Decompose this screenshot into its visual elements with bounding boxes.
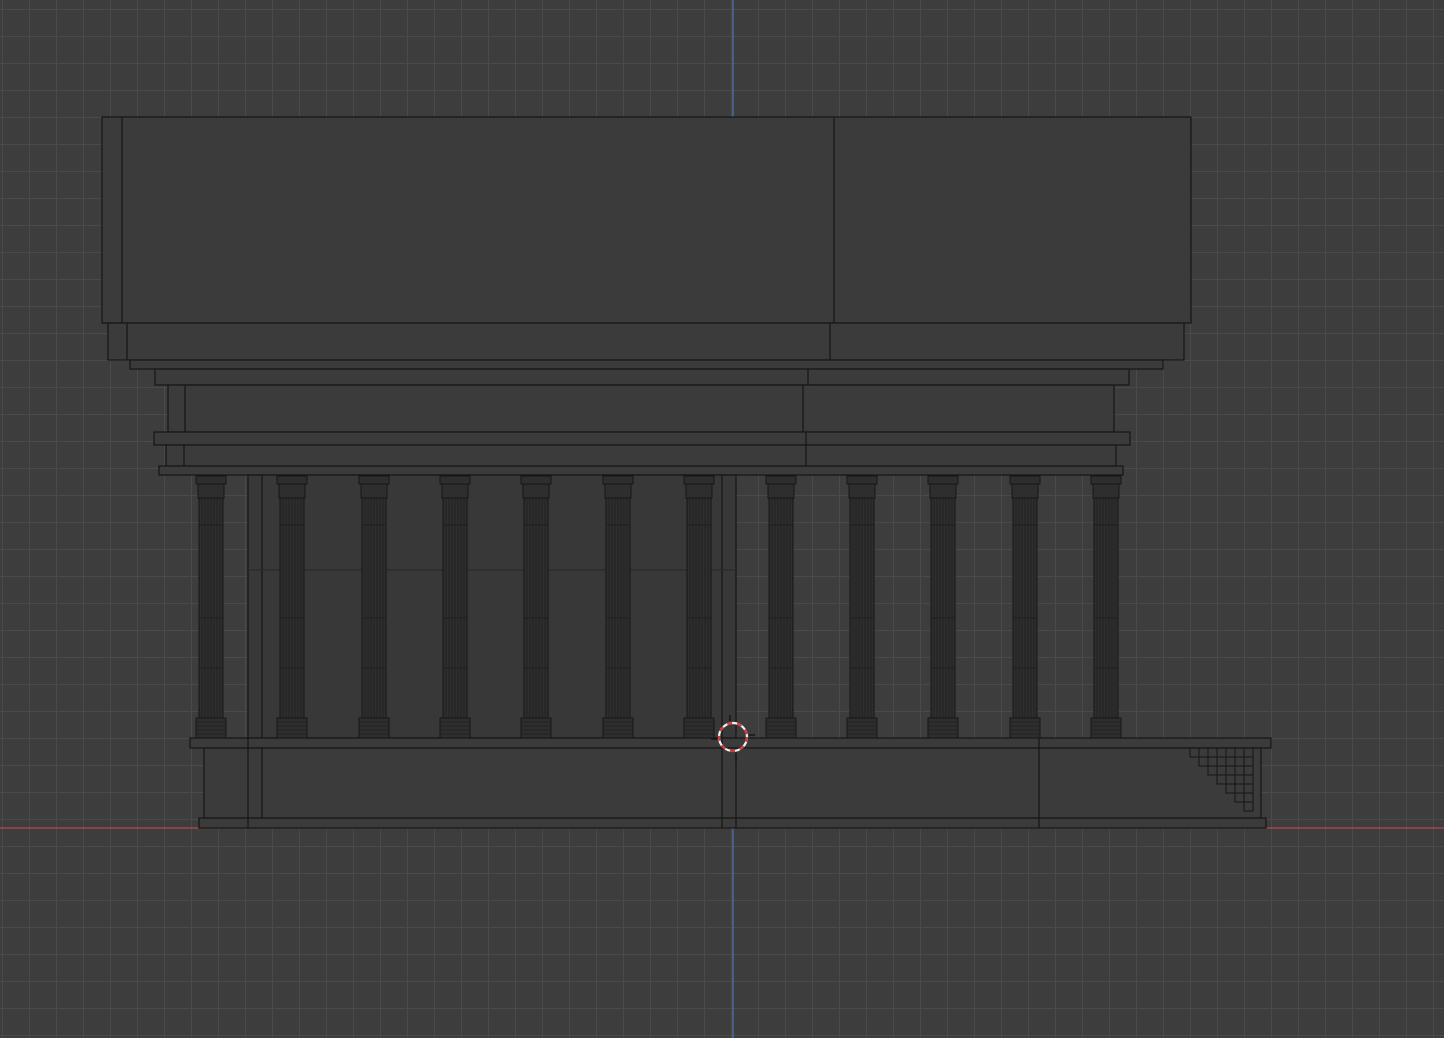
column[interactable] bbox=[683, 475, 715, 739]
frieze-band[interactable] bbox=[154, 368, 1130, 386]
column[interactable] bbox=[520, 475, 552, 739]
column[interactable] bbox=[602, 475, 634, 739]
stylobate-top[interactable] bbox=[189, 737, 1272, 749]
podium-foot[interactable] bbox=[198, 817, 1267, 829]
3d-viewport[interactable] bbox=[0, 0, 1444, 1038]
molding-band[interactable] bbox=[153, 431, 1131, 446]
viewport-scene[interactable] bbox=[0, 0, 1444, 1038]
column[interactable] bbox=[439, 475, 471, 739]
roof-block[interactable] bbox=[101, 116, 1192, 324]
fascia-band[interactable] bbox=[165, 444, 1117, 467]
architrave[interactable] bbox=[167, 384, 1115, 433]
cornice-strip[interactable] bbox=[129, 359, 1164, 370]
column[interactable] bbox=[195, 475, 227, 739]
column[interactable] bbox=[846, 475, 878, 739]
column[interactable] bbox=[765, 475, 797, 739]
podium[interactable] bbox=[203, 747, 1262, 819]
column[interactable] bbox=[276, 475, 308, 739]
column[interactable] bbox=[1090, 475, 1122, 739]
cella-wall[interactable] bbox=[247, 474, 737, 739]
column[interactable] bbox=[358, 475, 390, 739]
roof-step[interactable] bbox=[107, 322, 1185, 361]
capital-band[interactable] bbox=[158, 465, 1124, 476]
column[interactable] bbox=[927, 475, 959, 739]
column[interactable] bbox=[1009, 475, 1041, 739]
